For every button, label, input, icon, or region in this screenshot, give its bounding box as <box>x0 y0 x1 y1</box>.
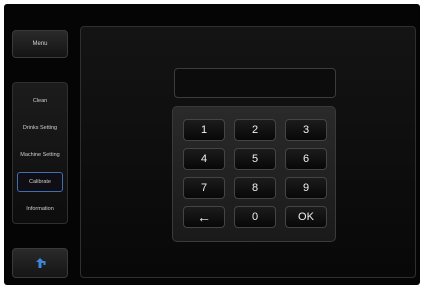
sidebar-item-clean[interactable]: Clean <box>17 91 63 111</box>
key-2[interactable]: 2 <box>234 119 276 141</box>
key-4[interactable]: 4 <box>183 148 225 170</box>
sidebar-item-drinks-setting[interactable]: Drinks Setting <box>17 118 63 138</box>
value-display-field[interactable] <box>174 68 336 98</box>
key-9[interactable]: 9 <box>285 177 327 199</box>
key-7[interactable]: 7 <box>183 177 225 199</box>
back-arrow-icon <box>36 258 46 268</box>
back-button[interactable] <box>12 248 68 278</box>
key-8[interactable]: 8 <box>234 177 276 199</box>
ok-key[interactable]: OK <box>285 206 327 228</box>
device-screen: Menu Clean Drinks Setting Machine Settin… <box>4 4 420 285</box>
key-5[interactable]: 5 <box>234 148 276 170</box>
numeric-keypad: 1 2 3 4 5 6 7 8 9 ← 0 OK <box>172 106 336 242</box>
sidebar-item-information[interactable]: Information <box>17 199 63 219</box>
key-1[interactable]: 1 <box>183 119 225 141</box>
key-3[interactable]: 3 <box>285 119 327 141</box>
key-0[interactable]: 0 <box>234 206 276 228</box>
sidebar-item-calibrate[interactable]: Calibrate <box>17 172 63 192</box>
key-6[interactable]: 6 <box>285 148 327 170</box>
sidebar-item-machine-setting[interactable]: Machine Setting <box>17 145 63 165</box>
backspace-key[interactable]: ← <box>183 206 225 228</box>
menu-button[interactable]: Menu <box>12 30 68 58</box>
sidebar-nav: Clean Drinks Setting Machine Setting Cal… <box>12 82 68 224</box>
